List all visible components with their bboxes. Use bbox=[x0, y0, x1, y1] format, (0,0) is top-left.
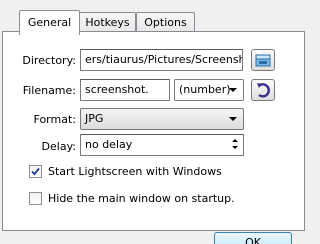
filename-input[interactable]: screenshot. bbox=[80, 79, 170, 101]
options-dialog: Hotkeys Options General Directory: ers/t… bbox=[0, 0, 307, 244]
format-value: JPG bbox=[85, 112, 104, 125]
format-label: Format: bbox=[33, 113, 76, 126]
filename-label: Filename: bbox=[22, 84, 76, 97]
hide-main-window-checkbox[interactable] bbox=[29, 192, 42, 205]
delay-spin-buttons[interactable] bbox=[229, 136, 241, 154]
chevron-down-icon bbox=[229, 117, 237, 121]
spin-down-icon[interactable] bbox=[232, 146, 238, 149]
reset-filename-button[interactable] bbox=[251, 79, 275, 101]
start-with-windows-checkbox[interactable] bbox=[29, 165, 42, 178]
delay-value: no delay bbox=[85, 138, 133, 151]
ok-button[interactable]: OK bbox=[214, 232, 292, 244]
filename-numbering-value: (number) bbox=[179, 83, 231, 96]
delay-spinbox[interactable]: no delay bbox=[80, 134, 244, 156]
refresh-icon bbox=[257, 83, 270, 98]
directory-input[interactable]: ers/tiaurus/Pictures/Screenshots bbox=[80, 49, 243, 71]
hide-main-window-label[interactable]: Hide the main window on startup. bbox=[48, 192, 235, 205]
folder-icon bbox=[255, 54, 271, 67]
filename-numbering-select[interactable]: (number) bbox=[174, 79, 244, 101]
chevron-down-icon bbox=[229, 88, 237, 92]
checkmark-icon bbox=[31, 167, 40, 176]
directory-label: Directory: bbox=[22, 54, 76, 67]
delay-label: Delay: bbox=[41, 140, 76, 153]
start-with-windows-label[interactable]: Start Lightscreen with Windows bbox=[48, 165, 222, 178]
browse-directory-button[interactable] bbox=[251, 49, 275, 71]
tab-general[interactable]: General bbox=[19, 10, 80, 35]
spin-up-icon[interactable] bbox=[232, 139, 238, 142]
format-select[interactable]: JPG bbox=[80, 108, 244, 130]
